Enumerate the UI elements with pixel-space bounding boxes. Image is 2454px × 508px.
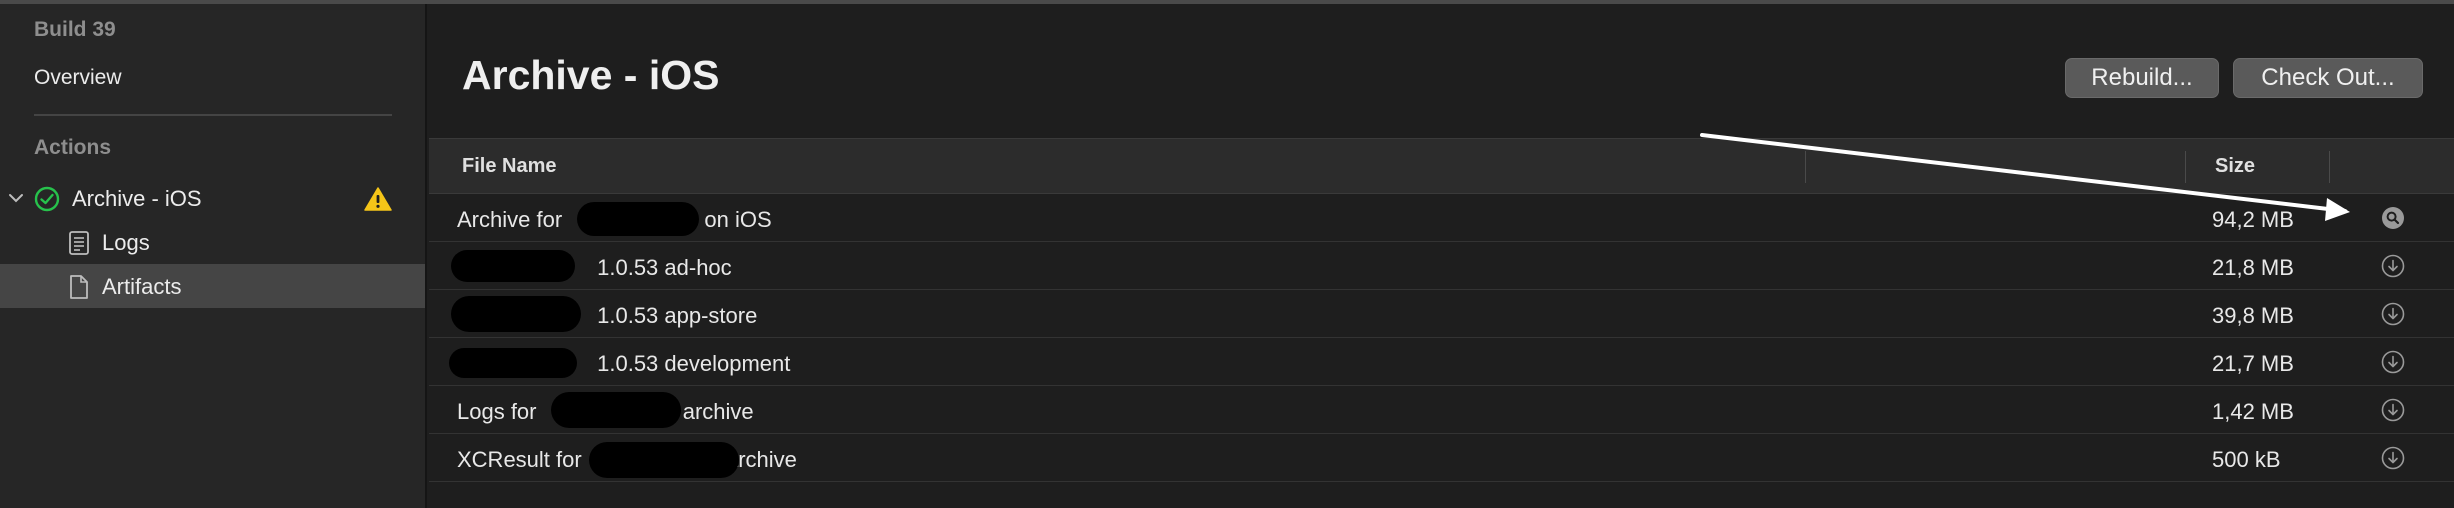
- file-size: 94,2 MB: [2212, 207, 2294, 232]
- column-divider: [1805, 151, 1806, 183]
- column-divider: [2329, 151, 2330, 183]
- rebuild-button[interactable]: Rebuild...: [2065, 58, 2219, 98]
- page-title: Archive - iOS: [462, 52, 720, 98]
- sidebar-item-archive-ios[interactable]: Archive - iOS: [0, 176, 425, 220]
- download-icon[interactable]: [2381, 350, 2405, 374]
- table-row[interactable]: Logs for archive 1,42 MB: [429, 386, 2454, 434]
- sidebar-item-label: Logs: [102, 230, 150, 255]
- table-row[interactable]: XCResult for archive 500 kB: [429, 434, 2454, 482]
- main-content: Archive - iOS Rebuild... Check Out... Fi…: [429, 4, 2454, 508]
- file-size: 21,7 MB: [2212, 351, 2294, 376]
- sidebar-item-label: Artifacts: [102, 274, 182, 299]
- check-out-button[interactable]: Check Out...: [2233, 58, 2423, 98]
- list-document-icon: [69, 231, 89, 255]
- table-row[interactable]: Archive for on iOS 94,2 MB: [429, 194, 2454, 242]
- table-row[interactable]: 1.0.53 app-store 39,8 MB: [429, 290, 2454, 338]
- success-check-icon: [34, 186, 60, 212]
- search-icon[interactable]: [2381, 206, 2405, 230]
- file-size: 39,8 MB: [2212, 303, 2294, 328]
- redaction-mark: [551, 392, 681, 428]
- file-size: 500 kB: [2212, 447, 2281, 472]
- redaction-mark: [589, 442, 739, 478]
- warning-icon: [364, 187, 392, 211]
- build-title: Build 39: [34, 18, 116, 41]
- download-icon[interactable]: [2381, 302, 2405, 326]
- download-icon[interactable]: [2381, 254, 2405, 278]
- download-icon[interactable]: [2381, 446, 2405, 470]
- table-row[interactable]: 1.0.53 development 21,7 MB: [429, 338, 2454, 386]
- sidebar-item-artifacts[interactable]: Artifacts: [0, 264, 425, 308]
- column-divider: [2185, 151, 2186, 183]
- sidebar-item-logs[interactable]: Logs: [0, 220, 425, 264]
- redaction-mark: [577, 202, 699, 236]
- download-icon[interactable]: [2381, 398, 2405, 422]
- actions-header: Actions: [34, 136, 112, 159]
- column-header-file-name[interactable]: File Name: [462, 155, 556, 178]
- redaction-mark: [451, 250, 575, 282]
- sidebar: Build 39 Overview Actions Archive - iOS …: [0, 4, 427, 508]
- chevron-down-icon[interactable]: [8, 190, 24, 206]
- document-icon: [70, 275, 88, 299]
- sidebar-item-overview[interactable]: Overview: [34, 66, 122, 90]
- redaction-mark: [449, 348, 577, 378]
- sidebar-item-label: Archive - iOS: [72, 186, 202, 211]
- sidebar-divider: [34, 114, 392, 116]
- redaction-mark: [451, 296, 581, 332]
- file-size: 21,8 MB: [2212, 255, 2294, 280]
- table-header: File Name Size: [429, 138, 2454, 194]
- table-row[interactable]: 1.0.53 ad-hoc 21,8 MB: [429, 242, 2454, 290]
- file-size: 1,42 MB: [2212, 399, 2294, 424]
- column-header-size[interactable]: Size: [2215, 155, 2255, 178]
